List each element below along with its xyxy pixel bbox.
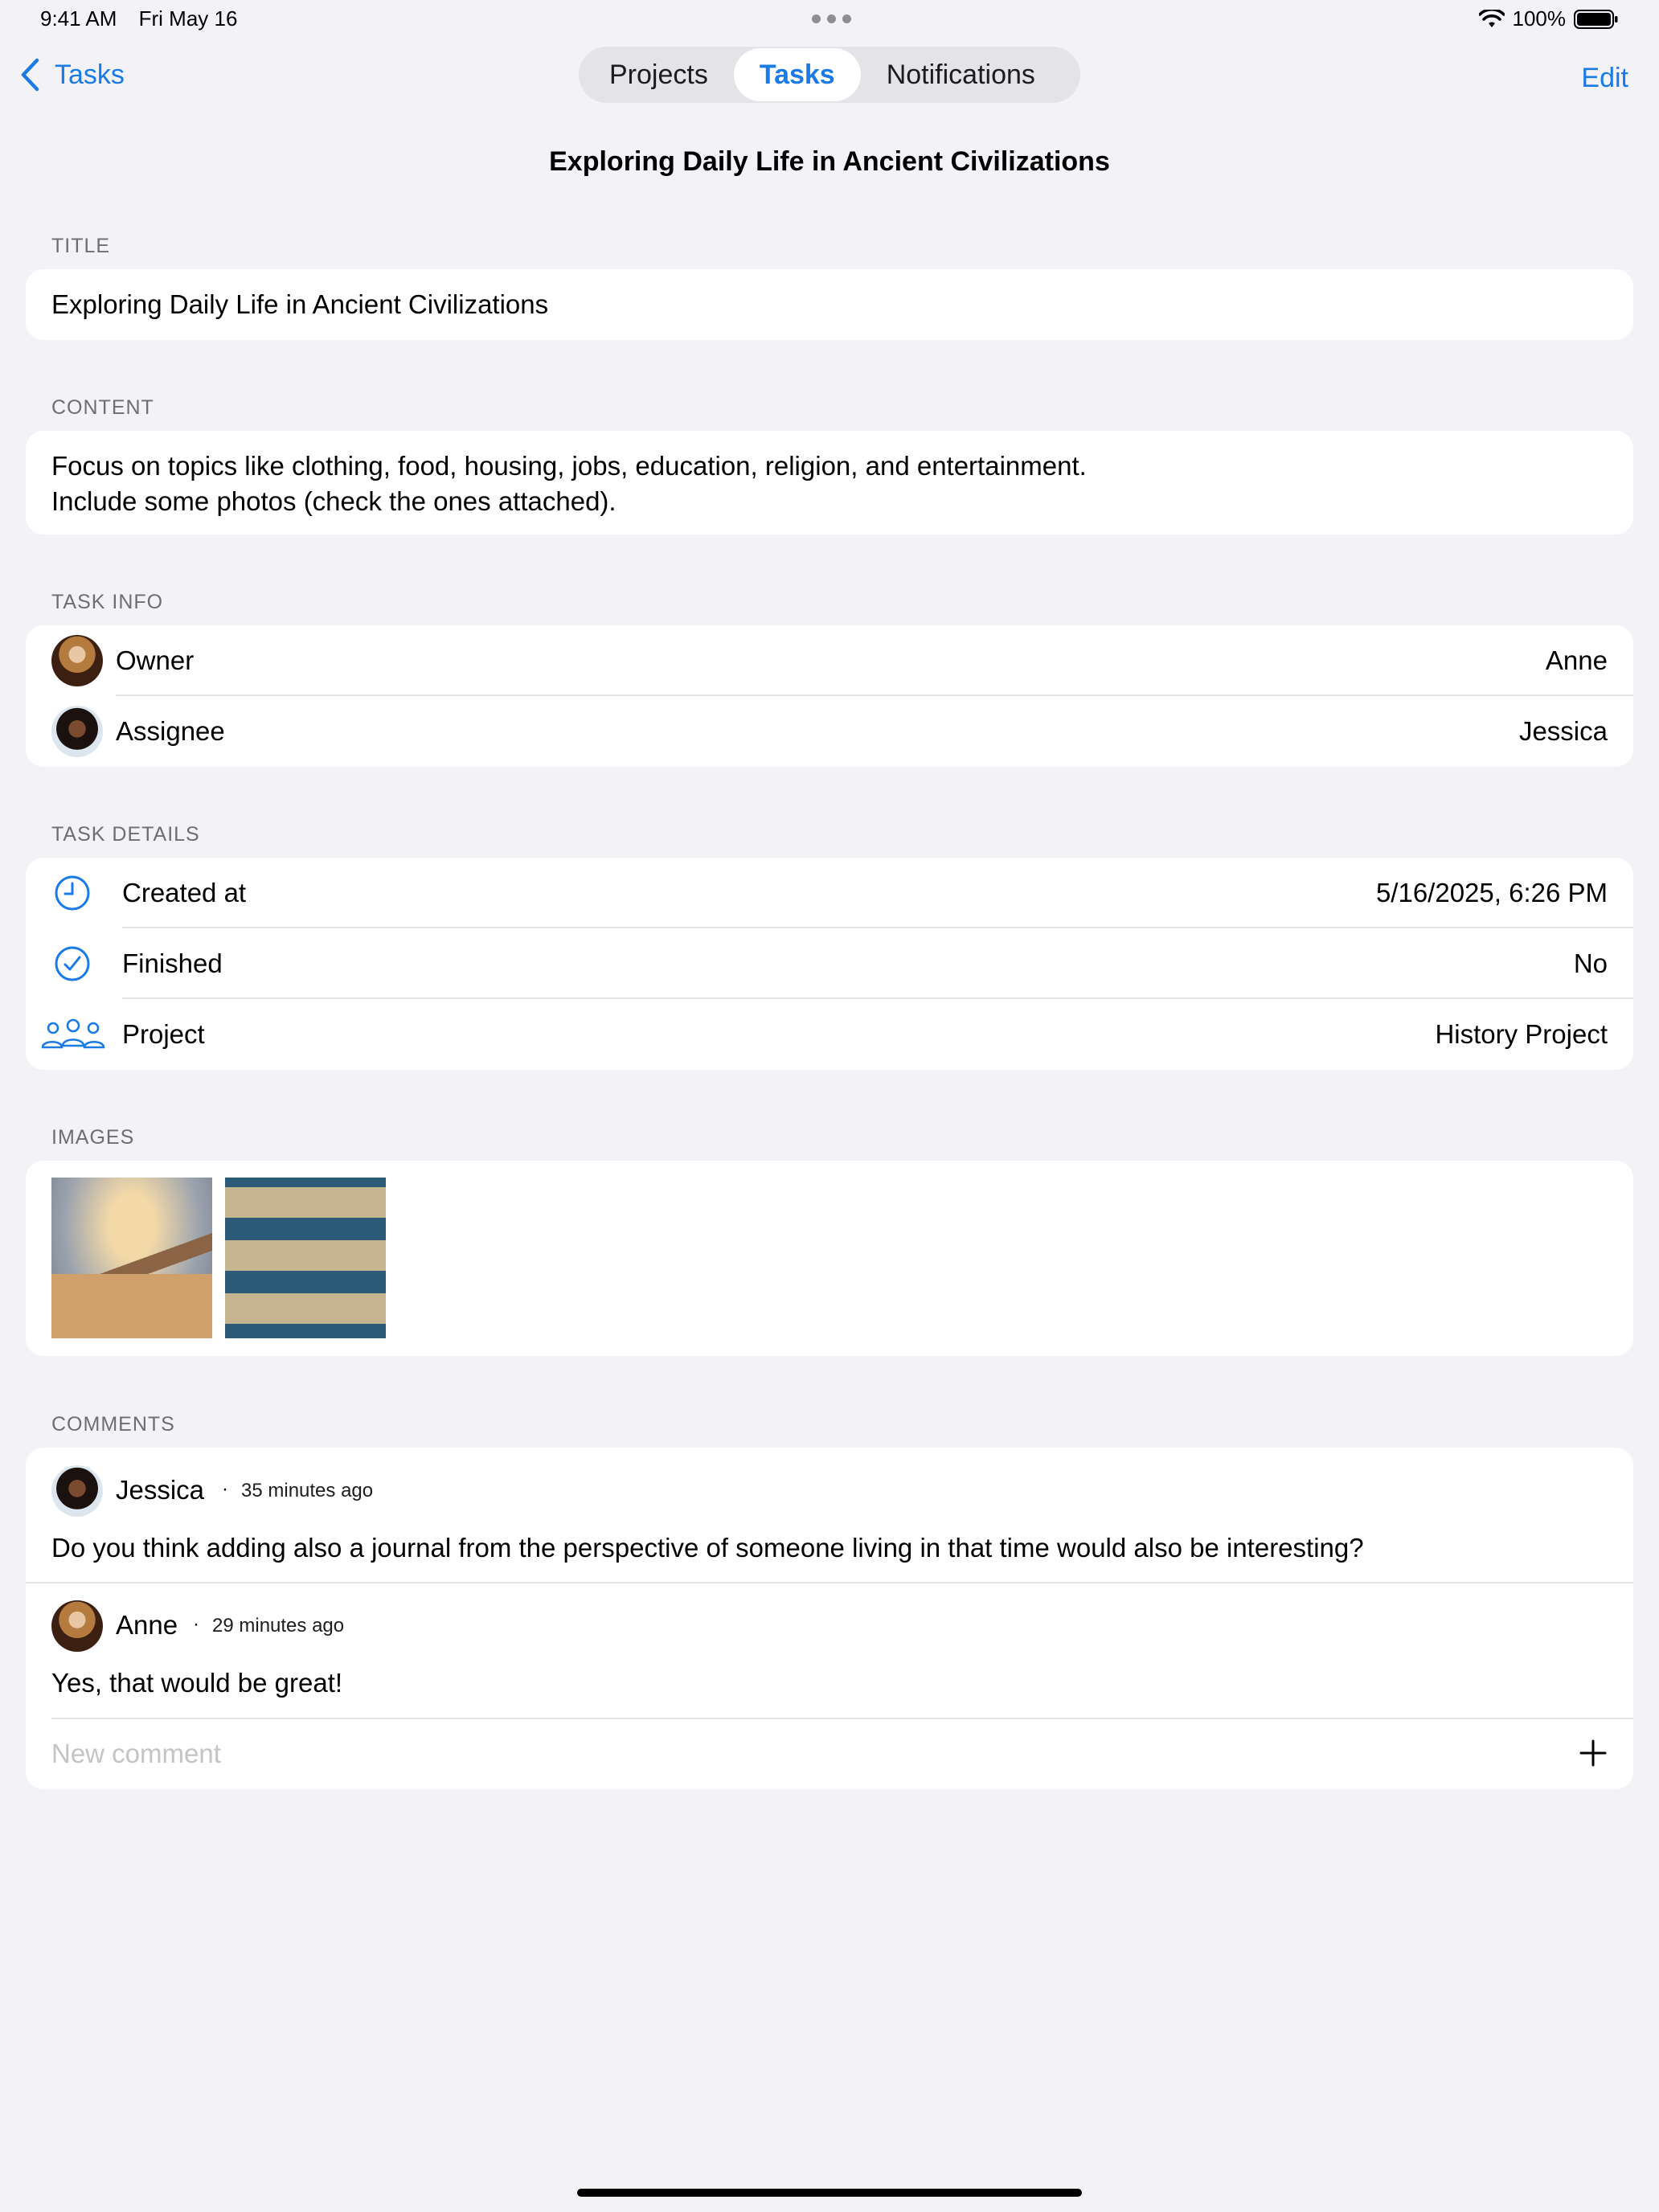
created-value: 5/16/2025, 6:26 PM bbox=[1375, 878, 1608, 907]
created-row: Created at 5/16/2025, 6:26 PM bbox=[26, 858, 1633, 928]
owner-label: Owner bbox=[116, 645, 195, 675]
tab-tasks[interactable]: Tasks bbox=[733, 48, 861, 101]
project-value: History Project bbox=[1435, 1019, 1608, 1049]
multitasking-dots-icon[interactable] bbox=[812, 14, 851, 23]
back-button[interactable]: Tasks bbox=[19, 58, 125, 92]
section-label-comments: COMMENTS bbox=[51, 1413, 175, 1436]
comment-item: Jessica · 35 minutes ago Do you think ad… bbox=[26, 1448, 1633, 1583]
status-right: 100% bbox=[1478, 6, 1620, 31]
clock-icon bbox=[55, 875, 90, 911]
avatar bbox=[51, 1600, 103, 1652]
section-label-task-details: TASK DETAILS bbox=[51, 823, 200, 846]
comment-text: Do you think adding also a journal from … bbox=[51, 1533, 1364, 1563]
battery-icon bbox=[1574, 9, 1618, 29]
avatar bbox=[51, 706, 103, 757]
tab-projects[interactable]: Projects bbox=[584, 48, 734, 101]
comments-card: Jessica · 35 minutes ago Do you think ad… bbox=[26, 1448, 1633, 1789]
wifi-icon bbox=[1478, 9, 1505, 27]
finished-value: No bbox=[1573, 948, 1608, 978]
divider bbox=[26, 1582, 1633, 1583]
images-card bbox=[26, 1161, 1633, 1356]
page-title: Exploring Daily Life in Ancient Civiliza… bbox=[549, 146, 1110, 177]
section-label-title: TITLE bbox=[51, 235, 111, 257]
assignee-value: Jessica bbox=[1518, 716, 1608, 746]
chevron-left-icon bbox=[21, 58, 39, 92]
plus-icon[interactable] bbox=[1579, 1739, 1608, 1768]
comment-author: Anne bbox=[116, 1610, 178, 1640]
assignee-label: Assignee bbox=[116, 716, 225, 746]
comment-time: 29 minutes ago bbox=[212, 1615, 345, 1636]
task-info-card: Owner Anne Assignee Jessica bbox=[26, 625, 1633, 767]
owner-value: Anne bbox=[1545, 645, 1608, 675]
assignee-row[interactable]: Assignee Jessica bbox=[26, 696, 1633, 767]
back-label: Tasks bbox=[55, 59, 125, 90]
comment-author: Jessica bbox=[116, 1475, 205, 1505]
title-card: Exploring Daily Life in Ancient Civiliza… bbox=[26, 269, 1633, 340]
battery-percent: 100% bbox=[1512, 6, 1567, 31]
section-label-images: IMAGES bbox=[51, 1126, 135, 1149]
task-details-card: Created at 5/16/2025, 6:26 PM Finished N… bbox=[26, 858, 1633, 1070]
content-line-2: Include some photos (check the ones atta… bbox=[51, 486, 616, 516]
image-thumbnail-relief[interactable] bbox=[225, 1178, 386, 1338]
comment-separator: · bbox=[222, 1478, 228, 1500]
finished-label: Finished bbox=[122, 948, 223, 978]
status-date-text: Fri May 16 bbox=[138, 6, 238, 31]
content-line-1: Focus on topics like clothing, food, hou… bbox=[51, 451, 1087, 481]
content-field[interactable]: Focus on topics like clothing, food, hou… bbox=[51, 449, 1087, 519]
segmented-control: Projects Tasks Notifications bbox=[579, 47, 1080, 103]
image-thumbnail-pyramids[interactable] bbox=[51, 1178, 212, 1338]
section-label-content: CONTENT bbox=[51, 396, 154, 419]
created-label: Created at bbox=[122, 878, 247, 907]
divider bbox=[51, 1718, 1633, 1719]
checkmark-circle-icon bbox=[55, 946, 90, 981]
title-field[interactable]: Exploring Daily Life in Ancient Civiliza… bbox=[51, 289, 548, 320]
avatar bbox=[51, 635, 103, 686]
project-row[interactable]: Project History Project bbox=[26, 999, 1633, 1070]
avatar bbox=[51, 1465, 103, 1517]
comment-item: Anne · 29 minutes ago Yes, that would be… bbox=[26, 1584, 1633, 1718]
content-card: Focus on topics like clothing, food, hou… bbox=[26, 431, 1633, 535]
owner-row[interactable]: Owner Anne bbox=[26, 625, 1633, 696]
finished-row: Finished No bbox=[26, 928, 1633, 999]
comment-text: Yes, that would be great! bbox=[51, 1668, 343, 1698]
new-comment-input[interactable]: New comment bbox=[51, 1739, 221, 1769]
comment-separator: · bbox=[193, 1613, 199, 1635]
project-label: Project bbox=[122, 1019, 205, 1049]
people-icon bbox=[41, 1018, 105, 1049]
status-time-text: 9:41 AM bbox=[40, 6, 117, 31]
home-indicator[interactable] bbox=[577, 2189, 1082, 2197]
status-time: 9:41 AM Fri May 16 bbox=[40, 6, 237, 31]
section-label-task-info: TASK INFO bbox=[51, 591, 164, 613]
edit-button[interactable]: Edit bbox=[1581, 63, 1628, 94]
tab-notifications[interactable]: Notifications bbox=[861, 48, 1061, 101]
comment-time: 35 minutes ago bbox=[241, 1480, 374, 1501]
